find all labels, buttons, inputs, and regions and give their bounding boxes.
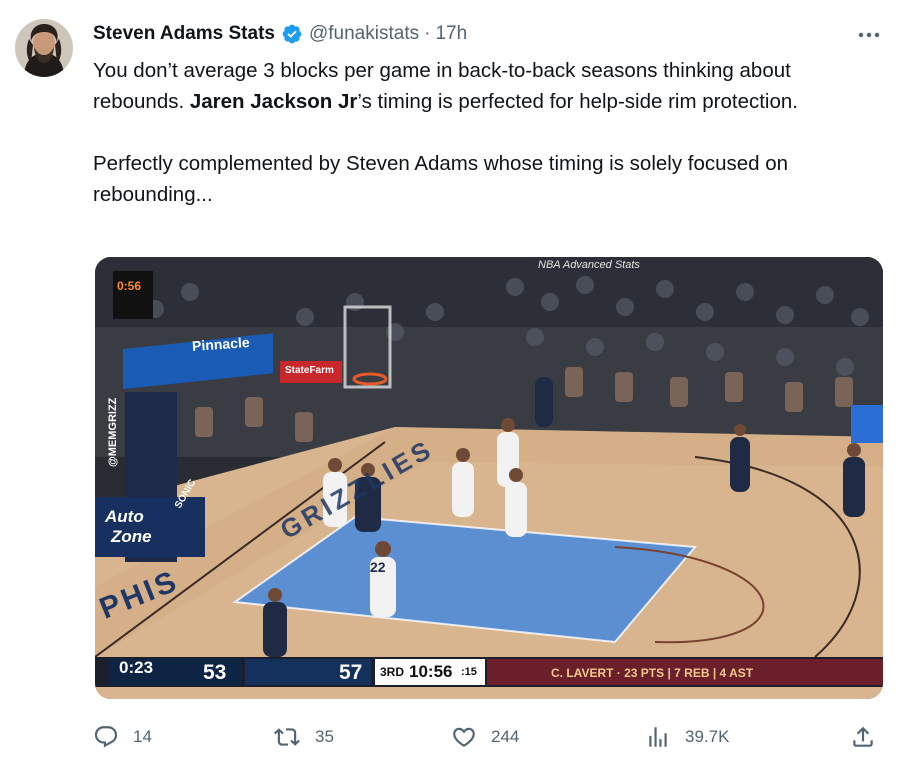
video-frame: [95, 257, 883, 699]
scoreboard-shot-clock: :15: [461, 666, 477, 678]
reply-icon: [94, 726, 118, 748]
more-options-icon[interactable]: [856, 22, 882, 48]
tweet-header: Steven Adams Stats @funakistats · 17h: [93, 20, 467, 48]
tweet-text-bold: Jaren Jackson Jr: [189, 90, 358, 113]
heart-icon: [453, 727, 475, 747]
scoreboard-player-stat: C. LAVERT · 23 PTS | 7 REB | 4 AST: [551, 666, 754, 680]
tweet-actions: 14 35 244 39.7K: [93, 720, 883, 754]
banner-statefarm: StateFarm: [285, 365, 334, 376]
sign-autozone-line1: Auto: [105, 507, 144, 526]
tweet-timestamp[interactable]: 17h: [435, 23, 467, 45]
author-handle[interactable]: @funakistats: [309, 23, 419, 45]
analytics-icon: [649, 727, 667, 747]
reply-button[interactable]: 14: [93, 720, 152, 754]
verified-badge-icon: [282, 24, 302, 44]
retweet-icon: [274, 728, 300, 746]
share-icon: [853, 726, 873, 747]
tweet-body: You don’t average 3 blocks per game in b…: [93, 55, 883, 210]
tweet-text-segment: ’s timing is perfected for help-side rim…: [357, 90, 798, 113]
arena-shot-clock: 0:56: [117, 279, 142, 293]
stanchion-handle: @MEMGRIZZ: [107, 397, 119, 467]
video-watermark: NBA Advanced Stats: [538, 259, 640, 271]
share-button[interactable]: [850, 720, 890, 754]
view-count: 39.7K: [685, 727, 730, 746]
jersey-number: 22: [370, 559, 386, 575]
scoreboard-quarter: 3RD: [380, 665, 405, 679]
sign-autozone-line2: Zone: [111, 527, 152, 546]
scoreboard-away-score: 53: [203, 661, 227, 684]
like-button[interactable]: 244: [451, 720, 519, 754]
tweet-paragraph-1: You don’t average 3 blocks per game in b…: [93, 55, 883, 117]
scoreboard-game-clock: 0:23: [119, 658, 154, 677]
author-name[interactable]: Steven Adams Stats: [93, 23, 275, 45]
views-button[interactable]: 39.7K: [645, 720, 729, 754]
retweet-button[interactable]: 35: [273, 720, 334, 754]
reply-count: 14: [133, 727, 152, 746]
separator-dot: ·: [424, 23, 431, 44]
tweet-paragraph-2: Perfectly complemented by Steven Adams w…: [93, 152, 789, 206]
tweet-card: Steven Adams Stats @funakistats · 17h Yo…: [0, 0, 900, 774]
tweet-video[interactable]: NBA Advanced Stats 0:56 Pinnacle StateFa…: [95, 257, 883, 699]
avatar[interactable]: [15, 19, 73, 77]
scoreboard-period-clock: 10:56: [409, 662, 453, 681]
like-count: 244: [491, 727, 520, 746]
scoreboard-home-score: 57: [339, 661, 363, 684]
retweet-count: 35: [315, 727, 334, 746]
